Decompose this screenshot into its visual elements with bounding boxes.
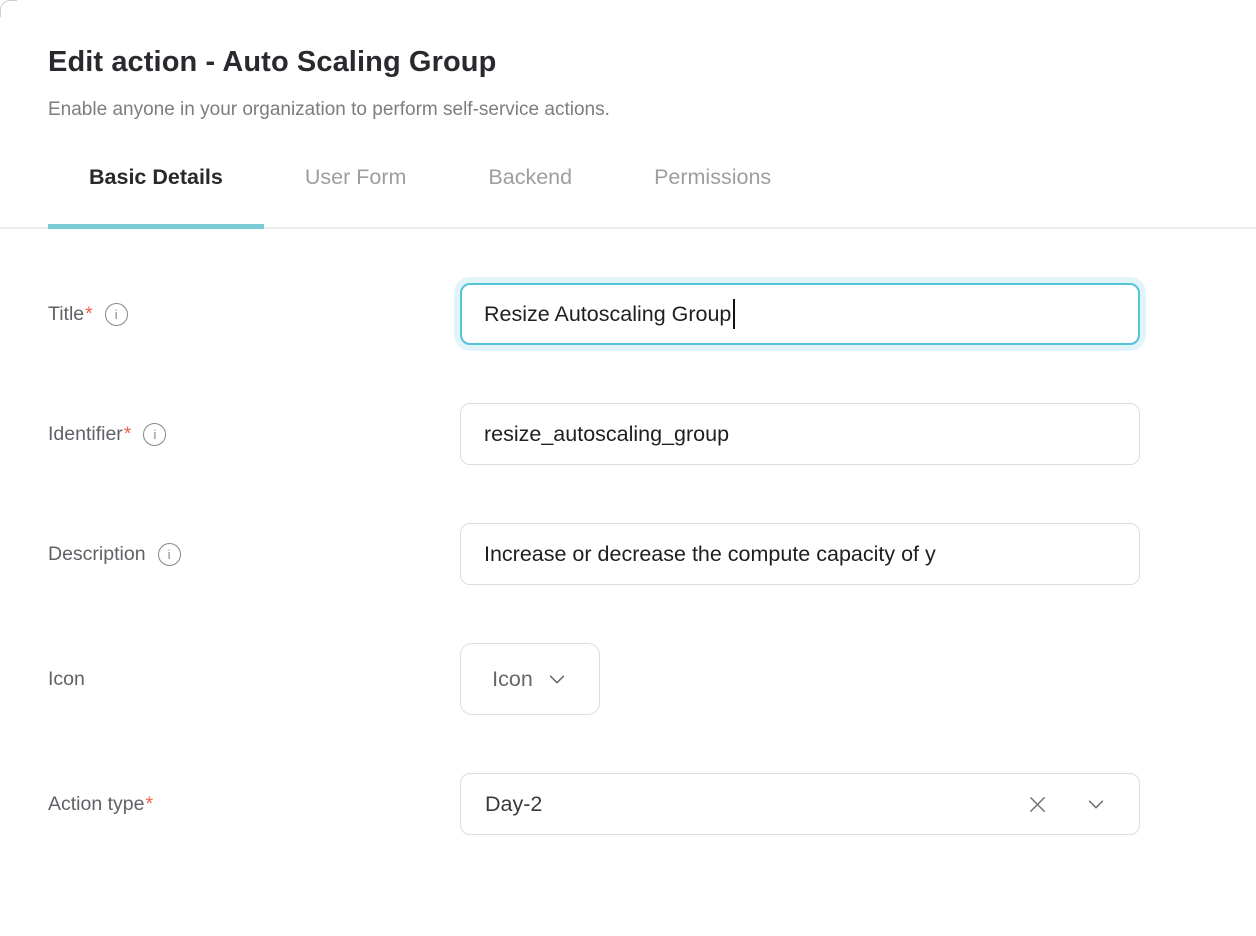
chevron-down-icon[interactable] [1085, 793, 1107, 815]
required-asterisk: * [145, 793, 153, 815]
tab-backend[interactable]: Backend [447, 165, 613, 227]
icon-row: Icon Icon [48, 643, 1256, 715]
description-input[interactable]: Increase or decrease the compute capacit… [460, 523, 1140, 585]
basic-details-form: Title* i Resize Autoscaling Group Identi… [0, 229, 1256, 835]
action-type-select[interactable]: Day-2 [460, 773, 1140, 835]
required-asterisk: * [85, 303, 93, 325]
description-input-value: Increase or decrease the compute capacit… [484, 542, 936, 567]
description-label-cell: Description i [48, 543, 460, 566]
description-row: Description i Increase or decrease the c… [48, 523, 1256, 585]
icon-dropdown-value: Icon [492, 667, 533, 692]
tabs-bar: Basic Details User Form Backend Permissi… [0, 165, 1256, 229]
clear-icon[interactable] [1026, 793, 1049, 816]
info-icon[interactable]: i [143, 423, 166, 446]
chevron-down-icon [546, 668, 568, 690]
action-type-label: Action type* [48, 793, 153, 816]
icon-label-cell: Icon [48, 668, 460, 691]
action-type-row: Action type* Day-2 [48, 773, 1256, 835]
page-header: Edit action - Auto Scaling Group Enable … [0, 0, 1256, 121]
title-label: Title* [48, 303, 93, 326]
text-cursor [733, 299, 735, 329]
action-type-label-cell: Action type* [48, 793, 460, 816]
icon-dropdown[interactable]: Icon [460, 643, 600, 715]
title-input[interactable]: Resize Autoscaling Group [460, 283, 1140, 345]
icon-label: Icon [48, 668, 85, 691]
identifier-row: Identifier* i resize_autoscaling_group [48, 403, 1256, 465]
required-asterisk: * [124, 423, 132, 445]
title-row: Title* i Resize Autoscaling Group [48, 283, 1256, 345]
identifier-input[interactable]: resize_autoscaling_group [460, 403, 1140, 465]
page-title: Edit action - Auto Scaling Group [48, 46, 1208, 79]
tab-permissions[interactable]: Permissions [613, 165, 812, 227]
page-subtitle: Enable anyone in your organization to pe… [48, 99, 1208, 121]
identifier-input-value: resize_autoscaling_group [484, 422, 729, 447]
tab-user-form[interactable]: User Form [264, 165, 448, 227]
description-label: Description [48, 543, 146, 566]
identifier-label: Identifier* [48, 423, 131, 446]
modal-corner [0, 0, 17, 17]
tab-basic-details[interactable]: Basic Details [48, 165, 264, 227]
identifier-label-cell: Identifier* i [48, 423, 460, 446]
info-icon[interactable]: i [105, 303, 128, 326]
info-icon[interactable]: i [158, 543, 181, 566]
select-icons [1026, 793, 1107, 816]
title-input-value: Resize Autoscaling Group [484, 302, 731, 327]
title-label-cell: Title* i [48, 303, 460, 326]
action-type-value: Day-2 [485, 792, 542, 817]
